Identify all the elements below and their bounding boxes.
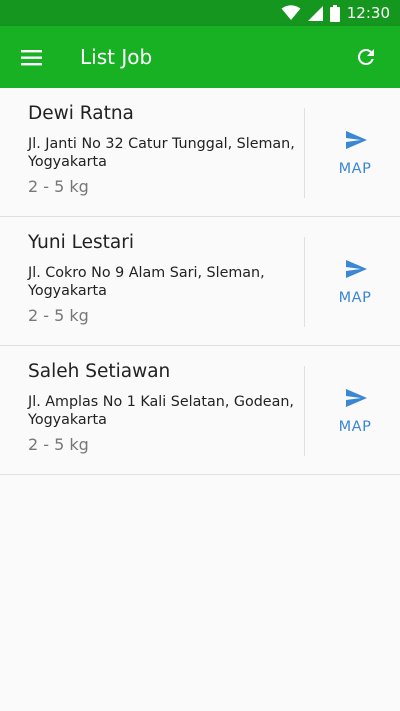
job-customer-name: Yuni Lestari xyxy=(28,232,134,253)
job-weight: 2 - 5 kg xyxy=(28,435,89,454)
app-bar: List Job xyxy=(0,26,400,88)
page-title: List Job xyxy=(80,45,153,69)
menu-icon[interactable] xyxy=(20,46,44,70)
job-address: Jl. Janti No 32 Catur Tunggal, Sleman, Y… xyxy=(28,136,295,170)
status-bar: 12:30 xyxy=(0,0,400,26)
job-customer-name: Saleh Setiawan xyxy=(28,361,171,382)
map-button[interactable]: MAP xyxy=(305,374,400,444)
status-icons: 12:30 xyxy=(281,3,390,23)
status-time: 12:30 xyxy=(346,4,390,22)
map-button-label: MAP xyxy=(338,161,372,177)
map-button-label: MAP xyxy=(338,419,372,435)
job-weight: 2 - 5 kg xyxy=(28,306,89,325)
job-list-item[interactable]: Dewi Ratna Jl. Janti No 32 Catur Tunggal… xyxy=(0,88,400,217)
send-icon xyxy=(346,389,367,407)
job-list-item[interactable]: Yuni Lestari Jl. Cokro No 9 Alam Sari, S… xyxy=(0,217,400,346)
send-icon xyxy=(346,131,367,149)
map-button[interactable]: MAP xyxy=(305,116,400,186)
job-address: Jl. Amplas No 1 Kali Selatan, Godean, Yo… xyxy=(28,394,294,428)
job-customer-name: Dewi Ratna xyxy=(28,103,134,124)
map-button[interactable]: MAP xyxy=(305,245,400,315)
send-icon xyxy=(346,260,367,278)
battery-icon xyxy=(329,4,340,22)
refresh-icon[interactable] xyxy=(354,45,378,69)
job-list: Dewi Ratna Jl. Janti No 32 Catur Tunggal… xyxy=(0,88,400,475)
cellular-signal-icon xyxy=(307,5,323,21)
job-list-item[interactable]: Saleh Setiawan Jl. Amplas No 1 Kali Sela… xyxy=(0,346,400,475)
map-button-label: MAP xyxy=(338,290,372,306)
job-address: Jl. Cokro No 9 Alam Sari, Sleman, Yogyak… xyxy=(28,265,265,299)
job-weight: 2 - 5 kg xyxy=(28,177,89,196)
wifi-icon xyxy=(281,5,301,20)
